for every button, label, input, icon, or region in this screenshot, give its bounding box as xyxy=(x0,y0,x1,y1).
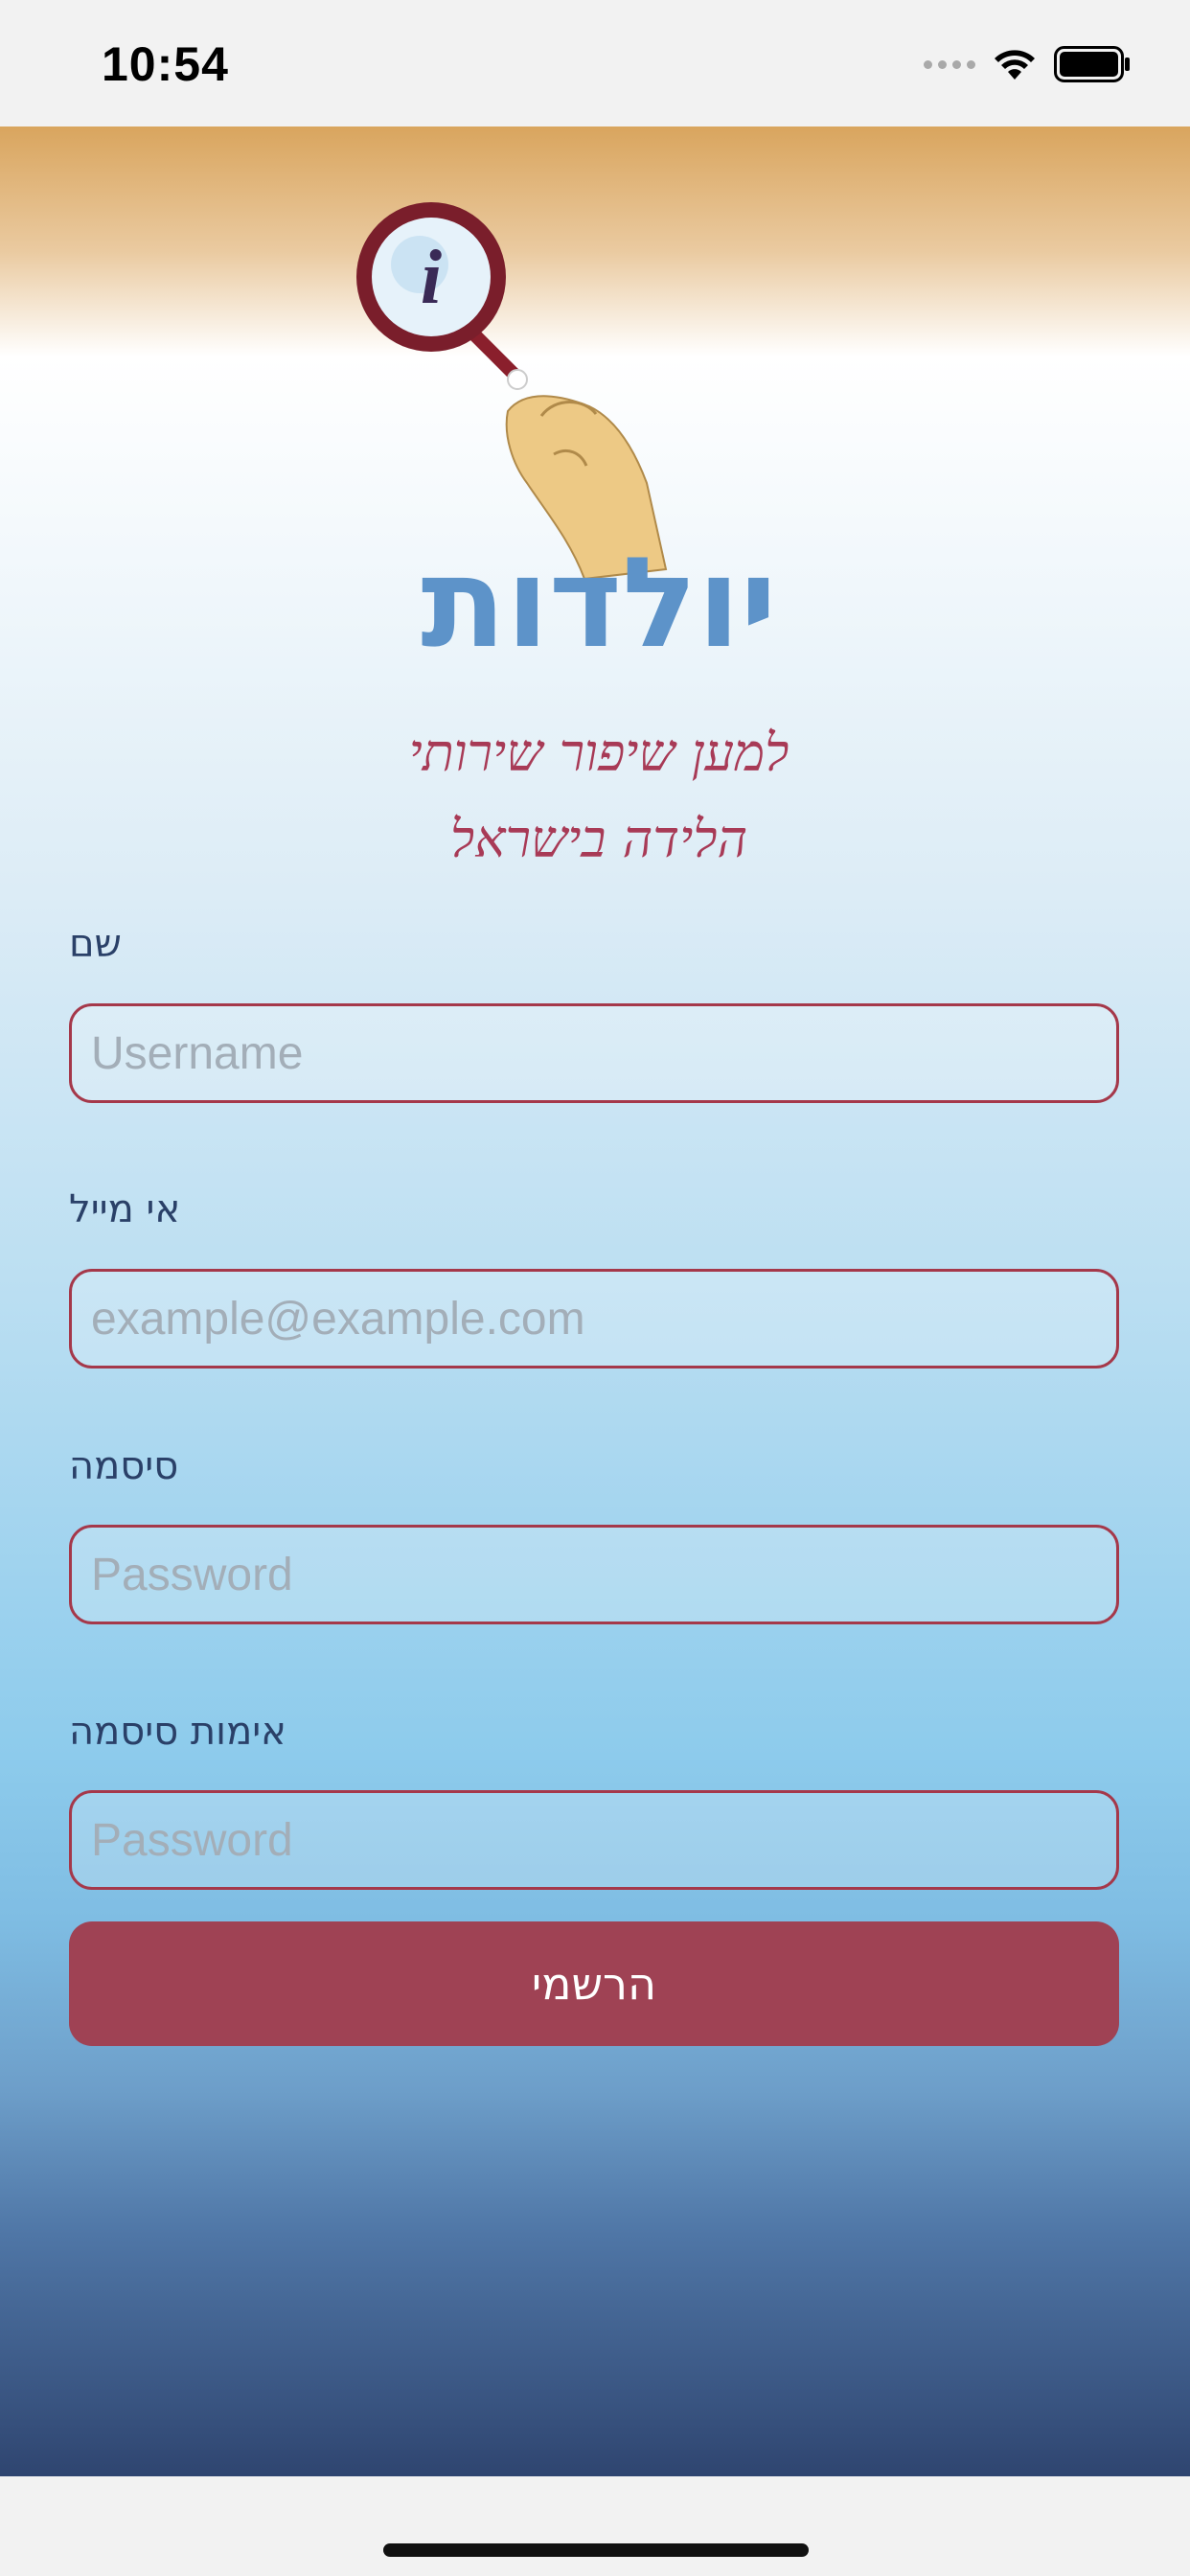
battery-icon xyxy=(1054,46,1130,82)
signal-dots-icon xyxy=(924,59,975,69)
status-bar: 10:54 xyxy=(0,0,1190,126)
name-label: שם xyxy=(69,922,122,966)
register-button[interactable]: הרשמי xyxy=(69,1921,1119,2046)
status-time: 10:54 xyxy=(102,37,229,91)
registration-screen: i יולדות למען שיפור שירותי הלידה בישראל … xyxy=(0,126,1190,2476)
password-label: סיסמה xyxy=(69,1444,179,1488)
logo-letter: i xyxy=(421,236,442,320)
username-input[interactable] xyxy=(69,1003,1119,1103)
magnifier-hand-icon: i xyxy=(356,202,668,581)
confirm-password-label: אימות סיסמה xyxy=(69,1710,286,1754)
status-icons xyxy=(924,40,1131,88)
email-input[interactable] xyxy=(69,1269,1119,1368)
email-label: אי מייל xyxy=(69,1187,181,1231)
home-indicator[interactable] xyxy=(383,2543,809,2557)
wifi-icon xyxy=(995,50,1035,80)
home-indicator-area xyxy=(0,2476,1190,2576)
logo-tagline-line2: הלידה בישראל xyxy=(450,809,747,869)
logo-title: יולדות xyxy=(421,530,776,676)
confirm-password-input[interactable] xyxy=(69,1790,1119,1890)
app-logo: i יולדות למען שיפור שירותי הלידה בישראל xyxy=(356,202,790,869)
logo-tagline-line1: למען שיפור שירותי xyxy=(409,723,790,783)
password-input[interactable] xyxy=(69,1525,1119,1624)
